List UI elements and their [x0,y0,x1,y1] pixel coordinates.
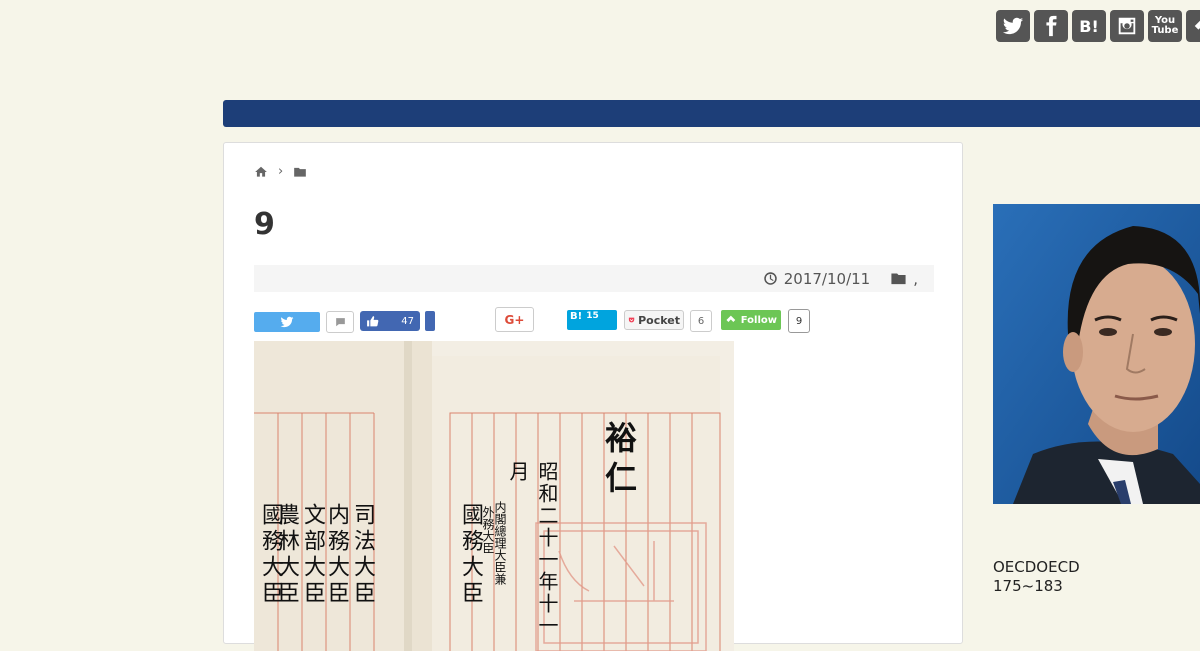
instagram-icon[interactable] [1110,10,1144,42]
feedly-follow-button[interactable]: Follow [721,310,781,330]
comment-icon [335,317,345,326]
pocket-count: 6 [690,310,712,332]
sidebar-text-line: 175~183 [993,577,1063,595]
facebook-like-button[interactable]: 47 [360,311,420,331]
share-buttons: 47 G+ B! 15 Pocket 6 Follow 9 [254,307,874,333]
hatena-label: B! [1079,16,1099,36]
sidebar-text-line: OECDOECD [993,558,1080,576]
document-date: 昭和二十一年十一月 [506,461,559,637]
page-title: 9 [254,207,275,242]
clock-icon [764,272,777,285]
category-separator: , [913,269,918,288]
feedly-count: 9 [788,309,810,333]
pocket-button[interactable]: Pocket [624,310,684,330]
breadcrumb: › [254,164,307,179]
hatena-count: 15 [586,311,599,321]
pocket-label: Pocket [638,313,680,327]
youtube-icon[interactable]: You Tube [1148,10,1182,42]
post-date: 2017/10/11 [783,269,871,288]
feedly-icon[interactable] [1186,10,1200,42]
twitter-icon[interactable] [996,10,1030,42]
hatena-bookmark-button[interactable]: B! 15 [567,310,617,330]
document-image: 國務大臣 農林大臣 文部大臣 内務大臣 司法大臣 裕仁 昭和二十一年十一月 内閣… [254,341,734,651]
twitter-comment-count[interactable] [326,311,354,333]
global-nav-bar[interactable] [223,100,1200,127]
sidebar-portrait[interactable] [993,204,1200,504]
home-icon[interactable] [254,165,268,179]
folder-icon[interactable] [293,165,307,179]
twitter-icon [280,316,294,328]
thumbs-up-icon [367,315,379,326]
feedly-label: Follow [740,314,777,326]
social-links: B! You Tube [996,10,1200,42]
facebook-icon[interactable] [1034,10,1068,42]
google-plus-button[interactable]: G+ [495,307,534,332]
document-minister: 國務大臣 [458,503,483,607]
breadcrumb-separator: › [278,164,284,179]
facebook-like-count: 47 [401,315,414,327]
article-card: › 9 2017/10/11 , 47 G+ B! 15 Pocket 6 Fo… [223,142,963,651]
google-plus-label: G+ [504,312,525,327]
sidebar-text: OECDOECD 175~183 [993,558,1080,596]
folder-icon [891,273,906,285]
pocket-icon [628,317,635,323]
post-meta: 2017/10/11 , [254,265,934,292]
twitter-share-button[interactable] [254,312,320,332]
portrait-illustration [993,204,1200,504]
feedly-icon [726,315,736,322]
facebook-share-button[interactable] [425,311,435,331]
imperial-signature: 裕仁 [600,421,638,501]
left-page-column: 司法大臣 [350,503,375,607]
hatena-label: B! [570,311,583,322]
youtube-label-bottom: Tube [1151,25,1179,36]
hatena-bookmark-icon[interactable]: B! [1072,10,1106,42]
